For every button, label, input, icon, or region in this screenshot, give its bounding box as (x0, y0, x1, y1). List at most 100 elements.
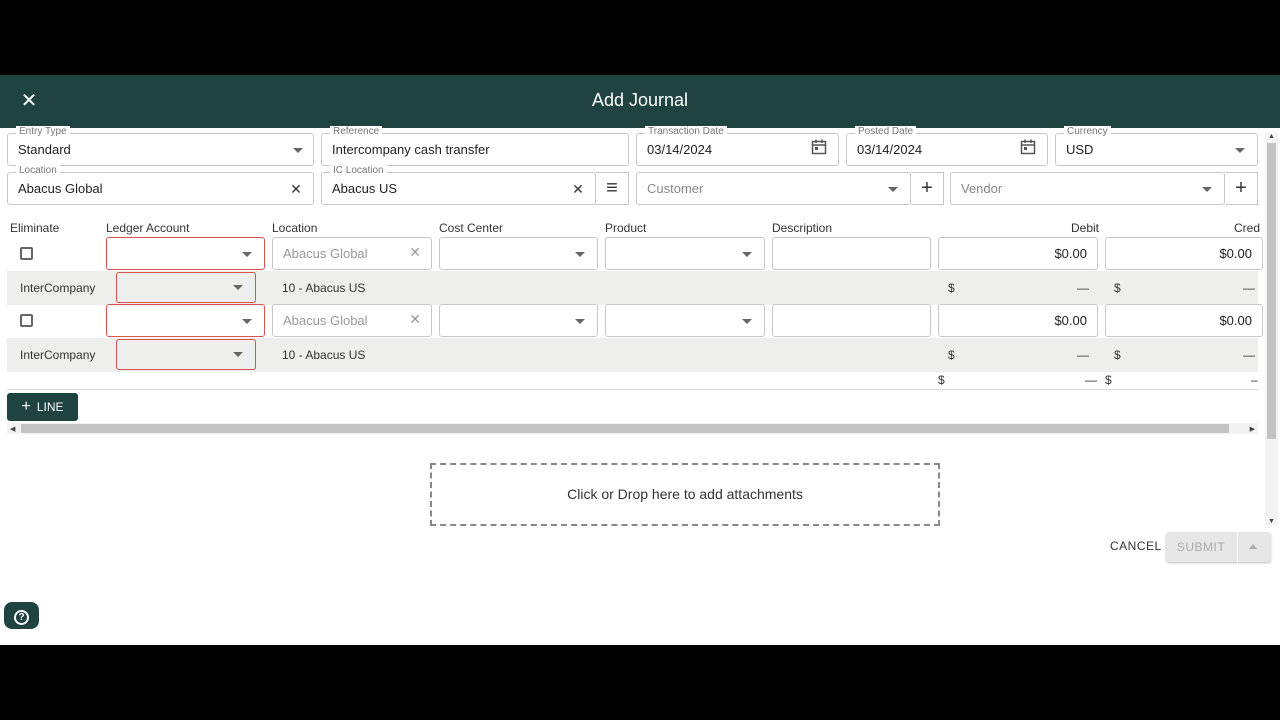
chevron-down-icon (742, 319, 752, 324)
clear-icon[interactable]: ✕ (409, 311, 421, 328)
total-debit-symbol: $ (938, 373, 945, 387)
total-debit-value: — (1085, 373, 1097, 387)
add-customer-button[interactable]: + (911, 172, 944, 205)
ic-location-field[interactable]: IC Location Abacus US ✕ (321, 165, 596, 205)
vertical-scrollbar[interactable]: ▲ ▼ (1265, 133, 1278, 525)
calendar-icon[interactable] (808, 139, 830, 161)
add-line-button[interactable]: + LINE (7, 393, 78, 421)
scroll-down-icon[interactable]: ▼ (1268, 518, 1275, 525)
ic-location-value: Abacus US (332, 181, 398, 196)
submit-label: SUBMIT (1176, 540, 1226, 554)
currency-select[interactable]: Currency USD (1055, 126, 1258, 166)
intercompany-debit-value: — (1077, 281, 1089, 295)
chevron-down-icon (233, 285, 243, 290)
debit-input[interactable]: $0.00 (938, 304, 1098, 337)
chevron-down-icon (742, 252, 752, 257)
column-header-debit: Debit (1071, 221, 1100, 235)
column-header-description: Description (772, 221, 833, 235)
reference-field[interactable]: Reference Intercompany cash transfer (321, 126, 629, 166)
chevron-up-icon[interactable] (1249, 544, 1257, 549)
product-select[interactable] (605, 237, 765, 270)
line-location-select[interactable]: Abacus Global ✕ (272, 237, 432, 270)
intercompany-location: 10 - Abacus US (282, 281, 366, 295)
help-icon: ? (14, 610, 29, 625)
add-journal-dialog: ✕ Add Journal Entry Type Standard Refere… (0, 75, 1280, 645)
horizontal-scrollbar[interactable]: ◀ ▶ (7, 423, 1258, 434)
scroll-right-icon[interactable]: ▶ (1250, 425, 1255, 433)
posted-date-value: 03/14/2024 (857, 142, 923, 157)
line-location-select[interactable]: Abacus Global ✕ (272, 304, 432, 337)
reference-value: Intercompany cash transfer (332, 142, 490, 157)
intercompany-row: InterCompany 10 - Abacus US $ — $ — (7, 338, 1258, 372)
entry-type-select[interactable]: Entry Type Standard (7, 126, 314, 166)
scroll-up-icon[interactable]: ▲ (1268, 133, 1275, 140)
location-field[interactable]: Location Abacus Global ✕ (7, 165, 314, 205)
currency-value: USD (1066, 142, 1094, 157)
scroll-left-icon[interactable]: ◀ (10, 425, 15, 433)
column-header-eliminate: Eliminate (10, 221, 60, 235)
dialog-title: Add Journal (591, 90, 689, 110)
column-header-cost-center: Cost Center (439, 221, 504, 235)
location-value: Abacus Global (18, 181, 103, 196)
divider (7, 389, 1258, 390)
cost-center-select[interactable] (439, 237, 598, 270)
calendar-icon[interactable] (1017, 139, 1039, 161)
product-select[interactable] (605, 304, 765, 337)
line-location-value: Abacus Global (283, 313, 368, 328)
add-vendor-button[interactable]: + (1225, 172, 1258, 205)
chevron-down-icon (293, 148, 303, 153)
vertical-scroll-thumb[interactable] (1267, 143, 1276, 439)
attachments-dropzone[interactable]: Click or Drop here to add attachments (430, 463, 940, 526)
column-header-credit: Cred (1234, 221, 1261, 235)
location-label: Location (16, 165, 60, 177)
ledger-account-select[interactable] (106, 304, 265, 337)
plus-icon: + (21, 398, 31, 415)
dialog-titlebar: ✕ Add Journal (0, 75, 1280, 128)
posted-date-field[interactable]: Posted Date 03/14/2024 (846, 126, 1048, 166)
column-header-product: Product (605, 221, 647, 235)
intercompany-debit-symbol: $ (948, 281, 955, 295)
horizontal-scroll-thumb[interactable] (21, 424, 1229, 433)
ic-location-label: IC Location (330, 165, 387, 177)
intercompany-ledger-select[interactable] (116, 339, 256, 370)
help-button[interactable]: ? (4, 602, 39, 629)
transaction-date-field[interactable]: Transaction Date 03/14/2024 (636, 126, 839, 166)
transaction-date-label: Transaction Date (645, 126, 727, 138)
total-credit-value: – (1251, 373, 1258, 387)
clear-icon[interactable]: ✕ (409, 244, 421, 261)
ledger-account-select[interactable] (106, 237, 265, 270)
cost-center-select[interactable] (439, 304, 598, 337)
currency-label: Currency (1064, 126, 1111, 138)
entry-type-value: Standard (18, 142, 71, 157)
intercompany-credit-symbol: $ (1114, 348, 1121, 362)
credit-value: $0.00 (1219, 313, 1252, 328)
intercompany-ledger-select[interactable] (116, 272, 256, 303)
submit-button[interactable]: SUBMIT (1166, 532, 1271, 562)
chevron-down-icon (888, 187, 898, 192)
menu-icon[interactable]: ≡ (596, 172, 629, 205)
debit-value: $0.00 (1054, 246, 1087, 261)
column-header-ledger-account: Ledger Account (106, 221, 190, 235)
description-input[interactable] (772, 237, 931, 270)
description-input[interactable] (772, 304, 931, 337)
intercompany-row: InterCompany 10 - Abacus US $ — $ — (7, 271, 1258, 305)
eliminate-checkbox[interactable] (20, 247, 33, 260)
eliminate-checkbox[interactable] (20, 314, 33, 327)
chevron-down-icon (1235, 148, 1245, 153)
credit-input[interactable]: $0.00 (1105, 304, 1263, 337)
credit-input[interactable]: $0.00 (1105, 237, 1263, 270)
vendor-select[interactable]: Vendor (950, 172, 1225, 205)
entry-type-label: Entry Type (16, 126, 70, 138)
chevron-down-icon (575, 319, 585, 324)
posted-date-label: Posted Date (855, 126, 917, 138)
cancel-button[interactable]: CANCEL (1110, 539, 1162, 553)
credit-value: $0.00 (1219, 246, 1252, 261)
clear-icon[interactable]: ✕ (567, 178, 589, 200)
customer-select[interactable]: Customer (636, 172, 911, 205)
debit-input[interactable]: $0.00 (938, 237, 1098, 270)
intercompany-label: InterCompany (20, 348, 96, 362)
clear-icon[interactable]: ✕ (285, 178, 307, 200)
intercompany-credit-value: — (1243, 348, 1255, 362)
line-location-value: Abacus Global (283, 246, 368, 261)
debit-value: $0.00 (1054, 313, 1087, 328)
